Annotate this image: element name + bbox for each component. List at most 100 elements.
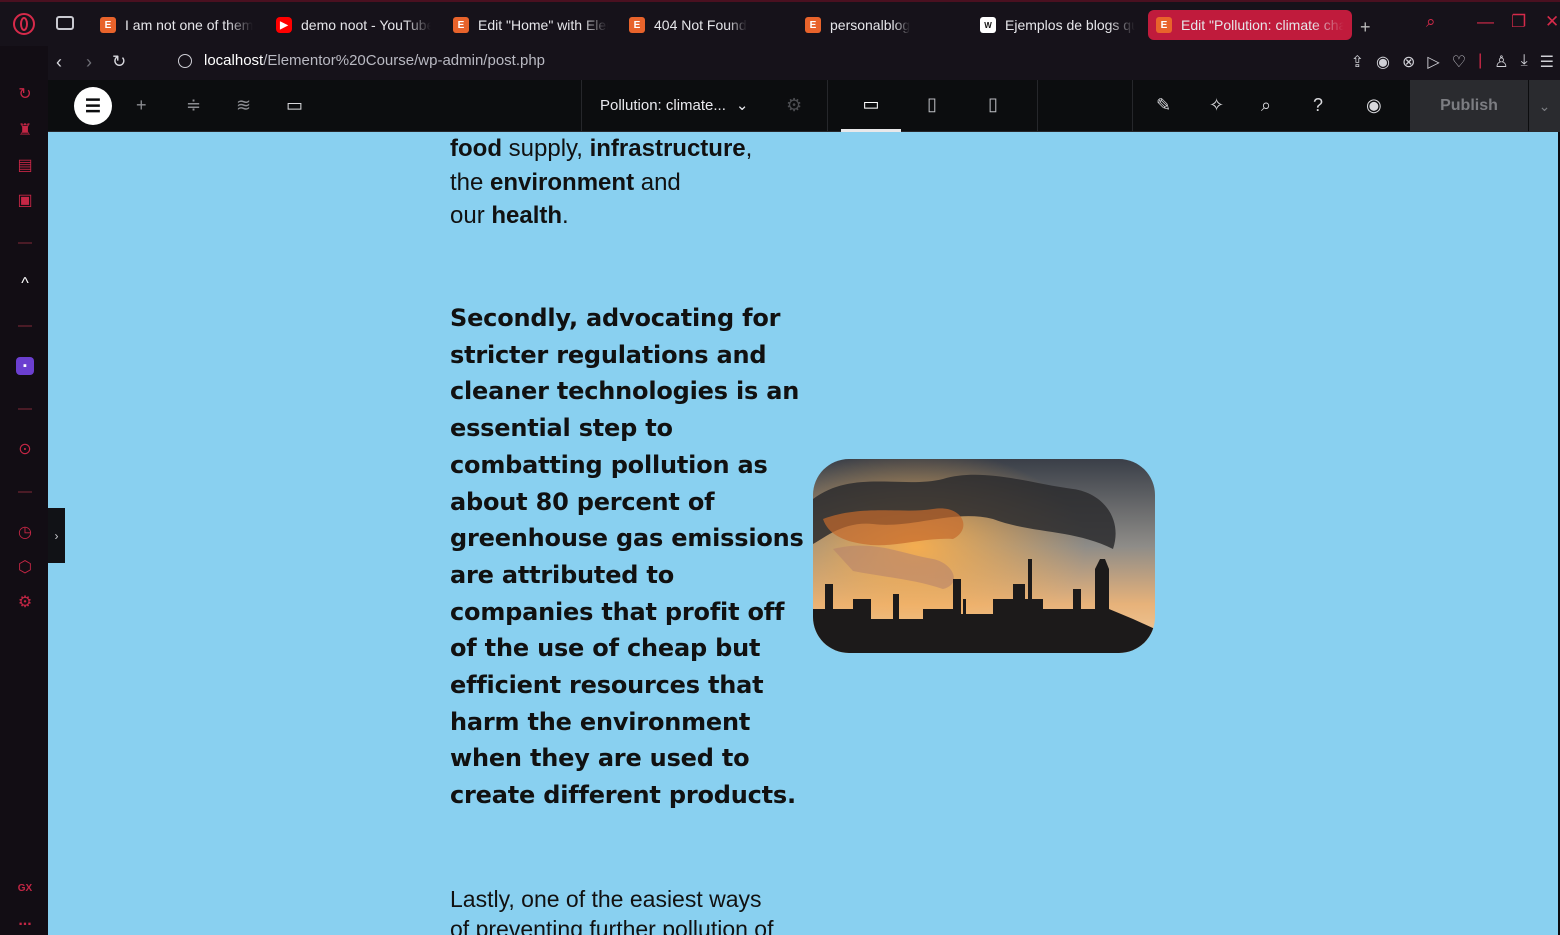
tab-switcher-icon[interactable] [56, 16, 74, 30]
mobile-icon[interactable]: ▯ [982, 94, 1004, 118]
browser-tab[interactable]: W Ejemplos de blogs que [980, 10, 1135, 40]
elementor-favicon-icon: E [629, 17, 645, 33]
elementor-favicon-icon: E [805, 17, 821, 33]
bold-word: health [491, 202, 563, 229]
opera-logo-icon[interactable] [13, 13, 35, 35]
download-icon[interactable]: ⤓ [1521, 52, 1528, 72]
structure-icon[interactable]: ≋ [236, 95, 251, 116]
panel-toggle-chevron-icon[interactable]: › [48, 508, 65, 563]
add-element-icon[interactable]: + [136, 95, 147, 116]
profile-icon[interactable]: ♙ [1494, 52, 1508, 72]
app-icon[interactable]: ^ [16, 275, 34, 293]
bar-divider [1037, 80, 1038, 132]
adblock-icon[interactable]: ⊗ [1402, 52, 1415, 72]
help-icon[interactable]: ? [1313, 95, 1323, 116]
maximize-icon[interactable]: ❐ [1511, 12, 1526, 32]
text-span: the [450, 168, 491, 196]
bold-word: infrastructure [589, 135, 746, 162]
browser-tab[interactable]: ▶ demo noot - YouTube [276, 10, 431, 40]
send-icon[interactable]: ▷ [1427, 52, 1439, 72]
bar-divider [581, 80, 582, 132]
text-paragraph-2[interactable]: Secondly, advocating for stricter regula… [450, 300, 810, 814]
paragraph-line: of the use of cheap but [450, 634, 761, 663]
tablet-icon[interactable]: ▯ [921, 94, 943, 118]
paragraph-line: Lastly, one of the easiest ways [450, 886, 762, 912]
sidebar-separator [18, 408, 32, 410]
factory-illustration [813, 459, 1155, 653]
camera-icon[interactable]: ◉ [1376, 52, 1390, 72]
extensions-icon[interactable]: ⬡ [16, 559, 34, 577]
search-tabs-icon[interactable]: ⌕ [1426, 12, 1436, 32]
notes-icon[interactable]: ✧ [1209, 95, 1224, 116]
share-icon[interactable]: ⇪ [1351, 52, 1364, 72]
publish-options-chevron-icon[interactable]: ⌄ [1529, 80, 1560, 132]
paragraph-line: stricter regulations and [450, 340, 767, 369]
gx-label: GX [17, 883, 33, 894]
preview-eye-icon[interactable]: ◉ [1366, 95, 1382, 116]
reload-icon[interactable]: ↻ [112, 52, 126, 72]
elementor-logo-icon[interactable]: ☰ [74, 87, 112, 125]
minimize-icon[interactable]: — [1477, 12, 1494, 32]
publish-button[interactable]: Publish [1410, 80, 1528, 132]
back-icon[interactable]: ‹ [56, 52, 62, 73]
browser-tab-active[interactable]: E Edit "Pollution: climate change" [1148, 10, 1352, 40]
url-field[interactable]: localhost/Elementor%20Course/wp-admin/po… [178, 52, 545, 69]
text-paragraph-1[interactable]: food supply, infrastructure, the environ… [450, 132, 752, 233]
browser-tab-bar: E I am not one of them ▶ demo noot - You… [0, 0, 1560, 46]
text-span: supply, [501, 135, 590, 162]
elementor-favicon-icon: E [1156, 17, 1172, 33]
paragraph-line: companies that profit off [450, 597, 785, 626]
bold-word: food [450, 135, 502, 162]
text-span: , [745, 135, 753, 162]
bar-divider [827, 80, 828, 132]
rocket-icon[interactable]: ✎ [1156, 95, 1171, 116]
text-paragraph-3[interactable]: Lastly, one of the easiest ways of preve… [450, 884, 773, 935]
more-icon[interactable]: ... [16, 912, 34, 930]
address-bar-actions: ⇪ ◉ ⊗ ▷ ♡ | ♙ ⤓ ☰ [1351, 52, 1554, 72]
desktop-icon[interactable]: ▭ [860, 94, 882, 118]
paragraph-line: our health. [450, 199, 752, 233]
document-title-dropdown[interactable]: Pollution: climate... ⌄ [600, 96, 748, 115]
player-icon[interactable]: ⊙ [16, 441, 34, 459]
browser-tab[interactable]: E Edit "Home" with Elementor [453, 10, 608, 40]
address-bar-row: ‹ › ↻ localhost/Elementor%20Course/wp-ad… [48, 46, 1560, 80]
sidebar-separator [18, 325, 32, 327]
elementor-favicon-icon: E [100, 17, 116, 33]
paragraph-line: when they are used to [450, 744, 750, 773]
text-span: our [450, 202, 492, 229]
new-tab-icon[interactable]: + [1360, 17, 1371, 38]
paragraph-line: greenhouse gas emissions [450, 524, 804, 553]
factory-smoke-image[interactable] [813, 459, 1155, 653]
menu-icon[interactable]: ☰ [1540, 52, 1554, 72]
mail-icon[interactable]: ▣ [16, 192, 34, 210]
text-span: and [634, 168, 681, 196]
heart-icon[interactable]: ♡ [1452, 52, 1466, 72]
history-icon[interactable]: ◷ [16, 524, 34, 542]
twitch-icon[interactable]: ▪ [16, 357, 34, 375]
ai-icon[interactable]: ♜ [16, 122, 34, 140]
comments-icon[interactable]: ▭ [286, 95, 303, 116]
close-window-icon[interactable]: ✕ [1545, 12, 1559, 32]
paragraph-line: about 80 percent of [450, 487, 715, 516]
paragraph-line: are attributed to [450, 560, 674, 589]
paragraph-line: create different products. [450, 781, 796, 810]
search-icon[interactable]: ⌕ [1261, 95, 1271, 116]
paragraph-line: of preventing further pollution of [450, 916, 774, 935]
browser-tab[interactable]: E I am not one of them [100, 10, 260, 40]
paragraph-line: essential step to [450, 414, 673, 443]
page-settings-icon[interactable]: ⚙ [786, 95, 802, 116]
url-host: localhost [204, 52, 264, 69]
site-settings-icon[interactable]: ≑ [186, 95, 201, 116]
browser-tab[interactable]: E personalblog [805, 10, 955, 40]
elementor-top-bar: ☰ + ≑ ≋ ▭ Pollution: climate... ⌄ ⚙ ▭ ▯ … [48, 80, 1560, 132]
settings-icon[interactable]: ⚙ [16, 594, 34, 612]
forward-icon[interactable]: › [86, 52, 92, 73]
editor-canvas: food supply, infrastructure, the environ… [48, 132, 1558, 935]
tab-label: Edit "Pollution: climate change" [1181, 17, 1344, 33]
speed-dial-icon[interactable]: ↻ [16, 86, 34, 104]
browser-tab[interactable]: E 404 Not Found [629, 10, 779, 40]
sidebar-separator [18, 242, 32, 244]
globe-icon [178, 53, 192, 68]
bold-word: environment [490, 168, 635, 196]
messenger-icon[interactable]: ▤ [16, 157, 34, 175]
